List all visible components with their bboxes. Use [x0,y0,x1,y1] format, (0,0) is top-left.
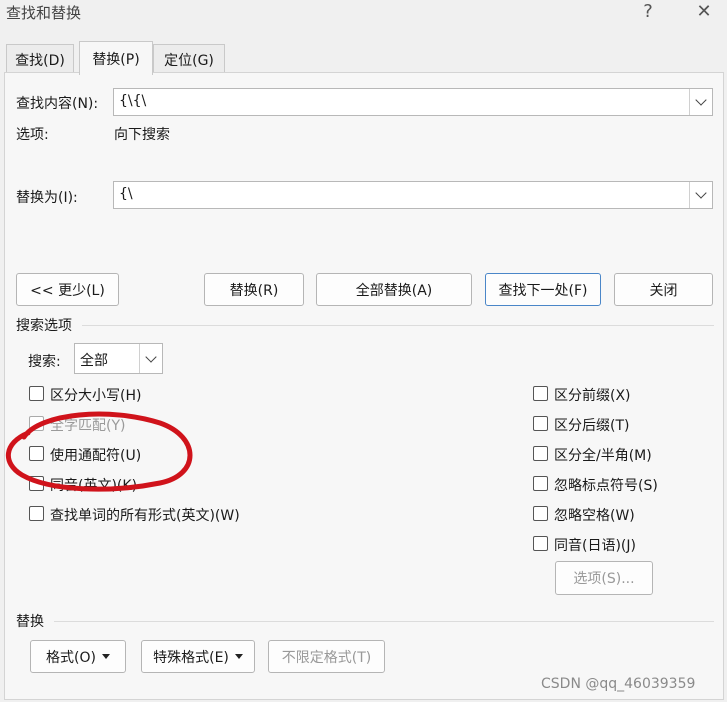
sounds-like-japanese-checkbox[interactable] [533,536,548,551]
close-button[interactable]: 关闭 [614,273,713,306]
search-direction-value: 全部 [80,353,108,369]
close-icon: ✕ [696,0,712,22]
close-window-button[interactable]: ✕ [689,0,719,22]
ignore-punctuation-label: 忽略标点符号(S) [554,478,658,494]
replace-group-divider [54,621,714,622]
replace-button[interactable]: 替换(R) [204,273,304,306]
match-prefix-checkbox[interactable] [533,386,548,401]
options-value: 向下搜索 [114,127,170,143]
tab-replace[interactable]: 替换(P) [79,41,153,75]
find-input[interactable]: {\{\ [113,88,713,116]
match-width-checkbox[interactable] [533,446,548,461]
caret-down-icon [234,654,243,659]
help-button[interactable]: ? [633,0,663,22]
less-button-label: << 更少(L) [30,282,105,299]
match-prefix-label: 区分前缀(X) [554,388,631,404]
tab-find[interactable]: 查找(D) [6,44,74,74]
replace-dropdown-button[interactable] [689,182,712,208]
replace-all-button-label: 全部替换(A) [355,282,433,299]
help-icon: ? [643,0,653,22]
find-next-button[interactable]: 查找下一处(F) [485,273,601,306]
find-dropdown-button[interactable] [689,89,712,115]
search-direction-select[interactable]: 全部 [74,343,163,374]
match-case-checkbox[interactable] [29,386,44,401]
search-options-group-label: 搜索选项 [16,318,72,334]
replace-input[interactable]: {\ [113,181,713,209]
annotation-circle [5,411,193,492]
tab-find-label: 查找(D) [15,52,65,69]
chevron-down-icon [695,187,707,199]
format-button[interactable]: 格式(O) [30,640,126,673]
all-word-forms-label: 查找单词的所有形式(英文)(W) [50,508,240,524]
caret-down-icon [101,654,110,659]
replace-group-label: 替换 [16,614,44,630]
special-format-button[interactable]: 特殊格式(E) [141,640,255,673]
all-word-forms-checkbox[interactable] [29,506,44,521]
no-formatting-button: 不限定格式(T) [268,640,385,673]
chevron-down-icon [145,350,157,363]
find-label: 查找内容(N): [16,96,99,112]
options-button: 选项(S)... [555,561,653,595]
group-divider [82,325,714,326]
options-button-label: 选项(S)... [573,571,635,587]
find-input-value: {\{\ [119,93,147,109]
replace-label: 替换为(I): [16,190,78,206]
search-direction-label: 搜索: [28,354,61,370]
match-width-label: 区分全/半角(M) [554,448,652,464]
match-case-label: 区分大小写(H) [50,388,142,404]
less-button[interactable]: << 更少(L) [16,273,119,306]
match-suffix-checkbox[interactable] [533,416,548,431]
tab-replace-label: 替换(P) [92,51,140,68]
close-button-label: 关闭 [649,282,678,299]
tab-goto[interactable]: 定位(G) [153,44,225,74]
ignore-whitespace-label: 忽略空格(W) [554,508,635,524]
no-formatting-button-label: 不限定格式(T) [281,649,372,666]
replace-all-button[interactable]: 全部替换(A) [316,273,472,306]
ignore-whitespace-checkbox[interactable] [533,506,548,521]
format-button-label: 格式(O) [46,649,96,666]
special-format-button-label: 特殊格式(E) [153,649,229,666]
match-suffix-label: 区分后缀(T) [554,418,630,434]
find-next-button-label: 查找下一处(F) [498,282,588,299]
window-title: 查找和替换 [6,4,82,22]
replace-button-label: 替换(R) [229,282,279,299]
search-direction-dropdown[interactable] [139,344,162,373]
watermark: CSDN @qq_46039359 [541,676,696,692]
options-label: 选项: [16,127,49,143]
ignore-punctuation-checkbox[interactable] [533,476,548,491]
chevron-down-icon [695,94,707,106]
tab-goto-label: 定位(G) [164,52,214,69]
sounds-like-japanese-label: 同音(日语)(J) [554,538,636,554]
replace-input-value: {\ [119,186,133,202]
